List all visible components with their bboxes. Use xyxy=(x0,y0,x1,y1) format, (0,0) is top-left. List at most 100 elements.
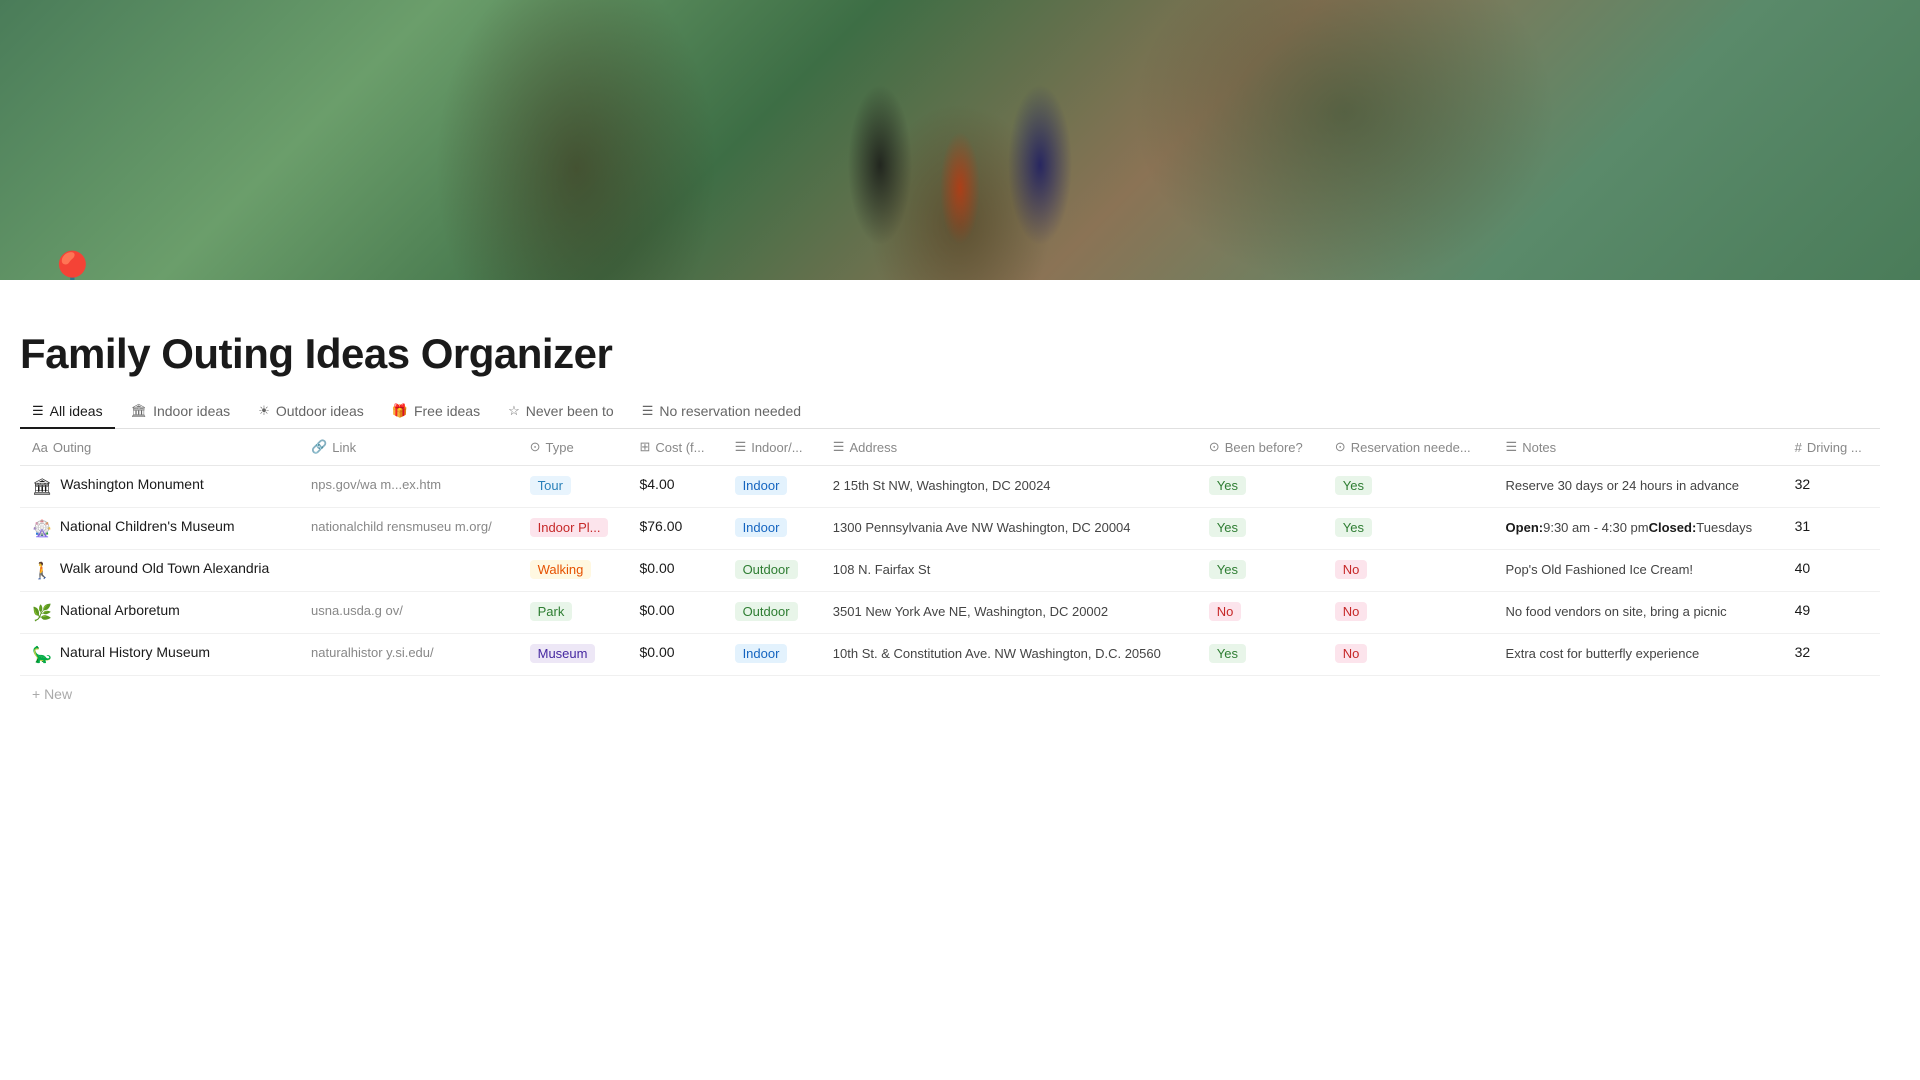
cell-outing-3: 🌿 National Arboretum xyxy=(20,592,299,634)
cost-value-4: $0.00 xyxy=(639,644,674,660)
indoor-badge-3: Outdoor xyxy=(735,602,798,621)
cell-type-4: Museum xyxy=(518,634,628,676)
data-table-wrapper: Aa Outing 🔗 Link ⊙ Type xyxy=(20,429,1880,712)
cell-indoor-0: Indoor xyxy=(723,466,821,508)
col-outing[interactable]: Aa Outing xyxy=(20,429,299,466)
tab-no-reservation[interactable]: ☰ No reservation needed xyxy=(630,395,813,429)
been-badge-2: Yes xyxy=(1209,560,1246,579)
outing-icon-0: 🏛 xyxy=(32,477,52,497)
cell-reservation-2: No xyxy=(1323,550,1494,592)
cell-address-0: 2 15th St NW, Washington, DC 20024 xyxy=(821,466,1197,508)
notes-value-0: Reserve 30 days or 24 hours in advance xyxy=(1506,478,1739,493)
table-row[interactable]: 🦕 Natural History Museum naturalhistor y… xyxy=(20,634,1880,676)
page-title: Family Outing Ideas Organizer xyxy=(20,330,1880,378)
link-text-4[interactable]: naturalhistor y.si.edu/ xyxy=(311,645,434,660)
indoor-badge-2: Outdoor xyxy=(735,560,798,579)
cell-cost-3: $0.00 xyxy=(627,592,722,634)
type-badge-0: Tour xyxy=(530,476,571,495)
cell-outing-1: 🎡 National Children's Museum xyxy=(20,508,299,550)
col-cost[interactable]: ⊞ Cost (f... xyxy=(627,429,722,466)
col-driving[interactable]: # Driving ... xyxy=(1783,429,1880,466)
no-reservation-icon: ☰ xyxy=(642,403,654,419)
col-indoor[interactable]: ☰ Indoor/... xyxy=(723,429,821,466)
cell-link-1: nationalchild rensmuseu m.org/ xyxy=(299,508,518,550)
address-value-4: 10th St. & Constitution Ave. NW Washingt… xyxy=(833,646,1161,661)
driving-value-0: 32 xyxy=(1795,476,1811,492)
address-value-1: 1300 Pennsylvania Ave NW Washington, DC … xyxy=(833,520,1131,535)
cell-link-4: naturalhistor y.si.edu/ xyxy=(299,634,518,676)
link-text-1[interactable]: nationalchild rensmuseu m.org/ xyxy=(311,519,492,534)
cell-notes-3: No food vendors on site, bring a picnic xyxy=(1494,592,1783,634)
table-row[interactable]: 🚶 Walk around Old Town Alexandria Walkin… xyxy=(20,550,1880,592)
outing-icon-3: 🌿 xyxy=(32,603,52,623)
cell-been-1: Yes xyxy=(1197,508,1323,550)
tabs-bar: ☰ All ideas 🏛 Indoor ideas ☀ Outdoor ide… xyxy=(20,394,1880,429)
col-link[interactable]: 🔗 Link xyxy=(299,429,518,466)
cell-driving-3: 49 xyxy=(1783,592,1880,634)
cell-been-0: Yes xyxy=(1197,466,1323,508)
cell-notes-0: Reserve 30 days or 24 hours in advance xyxy=(1494,466,1783,508)
cell-address-4: 10th St. & Constitution Ave. NW Washingt… xyxy=(821,634,1197,676)
col-reservation[interactable]: ⊙ Reservation neede... xyxy=(1323,429,1494,466)
reservation-badge-1: Yes xyxy=(1335,518,1372,537)
tab-indoor-ideas[interactable]: 🏛 Indoor ideas xyxy=(119,395,243,429)
col-address[interactable]: ☰ Address xyxy=(821,429,1197,466)
cell-outing-2: 🚶 Walk around Old Town Alexandria xyxy=(20,550,299,592)
outing-icon-4: 🦕 xyxy=(32,645,52,665)
col-reservation-icon: ⊙ xyxy=(1335,439,1346,455)
cell-cost-4: $0.00 xyxy=(627,634,722,676)
col-been-before[interactable]: ⊙ Been before? xyxy=(1197,429,1323,466)
cell-notes-1: Open:9:30 am - 4:30 pmClosed:Tuesdays xyxy=(1494,508,1783,550)
tab-free-ideas[interactable]: 🎁 Free ideas xyxy=(380,395,492,429)
add-row-button[interactable]: + New xyxy=(20,676,1880,712)
cell-type-0: Tour xyxy=(518,466,628,508)
notes-value-3: No food vendors on site, bring a picnic xyxy=(1506,604,1727,619)
been-badge-3: No xyxy=(1209,602,1242,621)
table-row[interactable]: 🏛 Washington Monument nps.gov/wa m...ex.… xyxy=(20,466,1880,508)
cost-value-2: $0.00 xyxy=(639,560,674,576)
col-notes[interactable]: ☰ Notes xyxy=(1494,429,1783,466)
cell-notes-4: Extra cost for butterfly experience xyxy=(1494,634,1783,676)
cell-type-2: Walking xyxy=(518,550,628,592)
cell-been-4: Yes xyxy=(1197,634,1323,676)
table-row[interactable]: 🎡 National Children's Museum nationalchi… xyxy=(20,508,1880,550)
cell-link-2 xyxy=(299,550,518,592)
been-badge-0: Yes xyxy=(1209,476,1246,495)
table-row[interactable]: 🌿 National Arboretum usna.usda.g ov/ Par… xyxy=(20,592,1880,634)
cell-indoor-2: Outdoor xyxy=(723,550,821,592)
cost-value-3: $0.00 xyxy=(639,602,674,618)
cell-been-3: No xyxy=(1197,592,1323,634)
address-value-2: 108 N. Fairfax St xyxy=(833,562,931,577)
cell-indoor-1: Indoor xyxy=(723,508,821,550)
been-badge-4: Yes xyxy=(1209,644,1246,663)
col-notes-icon: ☰ xyxy=(1506,439,1518,455)
col-type[interactable]: ⊙ Type xyxy=(518,429,628,466)
cell-reservation-0: Yes xyxy=(1323,466,1494,508)
tab-never-been-to[interactable]: ☆ Never been to xyxy=(496,395,626,429)
cell-cost-0: $4.00 xyxy=(627,466,722,508)
notes-value-1: Open:9:30 am - 4:30 pmClosed:Tuesdays xyxy=(1506,520,1753,535)
cell-link-3: usna.usda.g ov/ xyxy=(299,592,518,634)
indoor-badge-4: Indoor xyxy=(735,644,788,663)
cell-type-1: Indoor Pl... xyxy=(518,508,628,550)
type-badge-1: Indoor Pl... xyxy=(530,518,609,537)
tab-all-ideas[interactable]: ☰ All ideas xyxy=(20,395,115,429)
link-text-0[interactable]: nps.gov/wa m...ex.htm xyxy=(311,477,441,492)
type-badge-4: Museum xyxy=(530,644,596,663)
tab-outdoor-ideas[interactable]: ☀ Outdoor ideas xyxy=(246,395,376,429)
driving-value-4: 32 xyxy=(1795,644,1811,660)
cell-address-3: 3501 New York Ave NE, Washington, DC 200… xyxy=(821,592,1197,634)
cell-driving-4: 32 xyxy=(1783,634,1880,676)
type-badge-3: Park xyxy=(530,602,573,621)
outdoor-ideas-icon: ☀ xyxy=(258,403,270,419)
outing-name-2: Walk around Old Town Alexandria xyxy=(60,560,269,576)
outing-name-1: National Children's Museum xyxy=(60,518,235,534)
page-icon: 📍 xyxy=(40,249,105,280)
notes-value-4: Extra cost for butterfly experience xyxy=(1506,646,1700,661)
cell-reservation-4: No xyxy=(1323,634,1494,676)
cell-indoor-3: Outdoor xyxy=(723,592,821,634)
cell-reservation-3: No xyxy=(1323,592,1494,634)
link-text-3[interactable]: usna.usda.g ov/ xyxy=(311,603,403,618)
address-value-0: 2 15th St NW, Washington, DC 20024 xyxy=(833,478,1051,493)
driving-value-1: 31 xyxy=(1795,518,1811,534)
